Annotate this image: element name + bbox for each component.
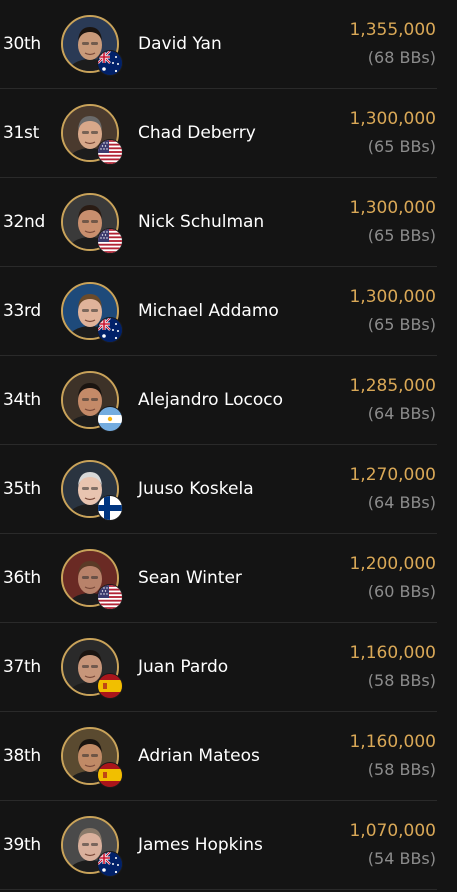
player-avatar — [61, 727, 123, 788]
usa-flag-icon — [97, 228, 123, 254]
player-row[interactable]: 32nd Nick Schulman 1,300,000 (65 BBs) — [0, 178, 437, 267]
player-rank: 30th — [3, 34, 41, 54]
player-name[interactable]: Sean Winter — [138, 534, 242, 622]
argentina-flag-icon — [97, 406, 123, 432]
player-name[interactable]: Adrian Mateos — [138, 712, 260, 800]
player-name[interactable]: Michael Addamo — [138, 267, 279, 355]
australia-flag-icon — [97, 317, 123, 343]
player-name[interactable]: Juan Pardo — [138, 623, 228, 711]
player-rank: 31st — [3, 123, 39, 143]
big-blinds-count: (58 BBs) — [367, 671, 436, 690]
chip-count: 1,300,000 — [349, 287, 436, 307]
chip-count-list: 30th David Yan 1,355,000 (68 BBs) 31st C… — [0, 0, 457, 892]
player-rank: 36th — [3, 568, 41, 588]
player-avatar — [61, 638, 123, 699]
player-rank: 35th — [3, 479, 41, 499]
chip-count: 1,300,000 — [349, 109, 436, 129]
australia-flag-icon — [97, 851, 123, 877]
chip-count: 1,070,000 — [349, 821, 436, 841]
player-avatar — [61, 15, 123, 76]
player-row[interactable]: 39th James Hopkins 1,070,000 (54 BBs) — [0, 801, 437, 890]
player-name[interactable]: David Yan — [138, 0, 222, 88]
big-blinds-count: (65 BBs) — [367, 315, 436, 334]
player-rank: 34th — [3, 390, 41, 410]
spain-flag-icon — [97, 673, 123, 699]
big-blinds-count: (54 BBs) — [367, 849, 436, 868]
big-blinds-count: (65 BBs) — [367, 137, 436, 156]
player-rank: 32nd — [3, 212, 45, 232]
chip-count: 1,160,000 — [349, 732, 436, 752]
big-blinds-count: (64 BBs) — [367, 493, 436, 512]
player-rank: 39th — [3, 835, 41, 855]
player-name[interactable]: Nick Schulman — [138, 178, 264, 266]
player-avatar — [61, 460, 123, 521]
chip-count: 1,300,000 — [349, 198, 436, 218]
finland-flag-icon — [97, 495, 123, 521]
player-avatar — [61, 193, 123, 254]
player-row[interactable]: 30th David Yan 1,355,000 (68 BBs) — [0, 0, 437, 89]
player-row[interactable]: 38th Adrian Mateos 1,160,000 (58 BBs) — [0, 712, 437, 801]
player-row[interactable]: 34th Alejandro Lococo 1,285,000 (64 BBs) — [0, 356, 437, 445]
big-blinds-count: (60 BBs) — [367, 582, 436, 601]
player-avatar — [61, 816, 123, 877]
player-rank: 33rd — [3, 301, 41, 321]
player-row[interactable]: 35th Juuso Koskela 1,270,000 (64 BBs) — [0, 445, 437, 534]
player-avatar — [61, 104, 123, 165]
big-blinds-count: (64 BBs) — [367, 404, 436, 423]
usa-flag-icon — [97, 584, 123, 610]
australia-flag-icon — [97, 50, 123, 76]
player-avatar — [61, 282, 123, 343]
spain-flag-icon — [97, 762, 123, 788]
player-name[interactable]: Chad Deberry — [138, 89, 256, 177]
player-rank: 37th — [3, 657, 41, 677]
player-rank: 38th — [3, 746, 41, 766]
big-blinds-count: (65 BBs) — [367, 226, 436, 245]
big-blinds-count: (68 BBs) — [367, 48, 436, 67]
player-row[interactable]: 36th Sean Winter 1,200,000 (60 BBs) — [0, 534, 437, 623]
player-name[interactable]: Alejandro Lococo — [138, 356, 283, 444]
usa-flag-icon — [97, 139, 123, 165]
chip-count: 1,160,000 — [349, 643, 436, 663]
player-row[interactable]: 37th Juan Pardo 1,160,000 (58 BBs) — [0, 623, 437, 712]
chip-count: 1,270,000 — [349, 465, 436, 485]
player-avatar — [61, 371, 123, 432]
player-avatar — [61, 549, 123, 610]
big-blinds-count: (58 BBs) — [367, 760, 436, 779]
chip-count: 1,200,000 — [349, 554, 436, 574]
player-name[interactable]: James Hopkins — [138, 801, 263, 889]
player-name[interactable]: Juuso Koskela — [138, 445, 254, 533]
chip-count: 1,285,000 — [349, 376, 436, 396]
player-row[interactable]: 31st Chad Deberry 1,300,000 (65 BBs) — [0, 89, 437, 178]
chip-count: 1,355,000 — [349, 20, 436, 40]
player-row[interactable]: 33rd Michael Addamo 1,300,000 (65 BBs) — [0, 267, 437, 356]
